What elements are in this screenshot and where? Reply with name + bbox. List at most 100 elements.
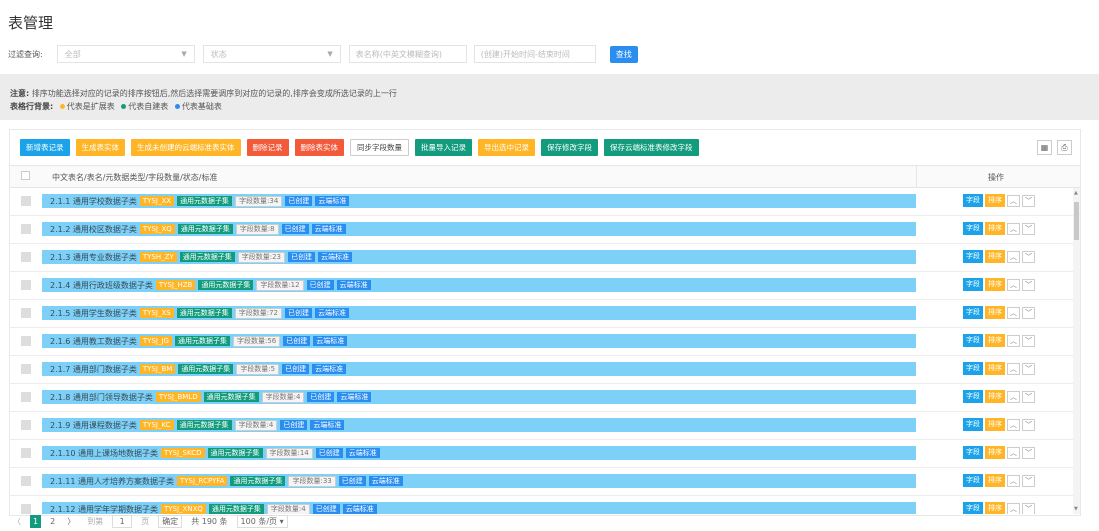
- toolbar-button-9[interactable]: 保存云端标准表修改字段: [604, 139, 699, 156]
- row-checkbox[interactable]: [21, 476, 31, 486]
- field-button[interactable]: 字段: [963, 390, 983, 403]
- move-down-icon[interactable]: ﹀: [1022, 418, 1035, 431]
- table-row[interactable]: 2.1.10 通用上课场地数据子类 TYSJ_SKCD 通用元数据子集 字段数量:14…: [10, 440, 1080, 468]
- table-row[interactable]: 2.1.1 通用学校数据子类 TYSJ_XX 通用元数据子集 字段数量:34 已创建 云端…: [10, 188, 1080, 216]
- select-all-checkbox[interactable]: [21, 171, 30, 180]
- row-checkbox[interactable]: [21, 364, 31, 374]
- field-button[interactable]: 字段: [963, 278, 983, 291]
- columns-icon[interactable]: ▦: [1037, 140, 1052, 155]
- move-up-icon[interactable]: ︿: [1007, 446, 1020, 459]
- move-up-icon[interactable]: ︿: [1007, 306, 1020, 319]
- move-down-icon[interactable]: ﹀: [1022, 222, 1035, 235]
- sort-button[interactable]: 排序: [985, 390, 1005, 403]
- table-row[interactable]: 2.1.12 通用学年学期数据子类 TYSJ_XNXQ 通用元数据子集 字段数量:4 已…: [10, 496, 1080, 514]
- move-down-icon[interactable]: ﹀: [1022, 362, 1035, 375]
- table-row[interactable]: 2.1.11 通用人才培养方案数据子类 TYSJ_RCPYFA 通用元数据子集 字段数…: [10, 468, 1080, 496]
- sort-button[interactable]: 排序: [985, 250, 1005, 263]
- sort-button[interactable]: 排序: [985, 418, 1005, 431]
- row-checkbox[interactable]: [21, 504, 31, 514]
- move-up-icon[interactable]: ︿: [1007, 278, 1020, 291]
- row-checkbox[interactable]: [21, 308, 31, 318]
- sort-button[interactable]: 排序: [985, 222, 1005, 235]
- field-button[interactable]: 字段: [963, 250, 983, 263]
- table-row[interactable]: 2.1.3 通用专业数据子类 TYSH_ZY 通用元数据子集 字段数量:23 已创建 云端…: [10, 244, 1080, 272]
- table-row[interactable]: 2.1.6 通用教工数据子类 TYSJ_JG 通用元数据子集 字段数量:56 已创建 云端…: [10, 328, 1080, 356]
- move-down-icon[interactable]: ﹀: [1022, 390, 1035, 403]
- move-down-icon[interactable]: ﹀: [1022, 474, 1035, 487]
- row-checkbox[interactable]: [21, 392, 31, 402]
- move-down-icon[interactable]: ﹀: [1022, 250, 1035, 263]
- prev-page-icon[interactable]: 〈: [10, 515, 24, 528]
- page-2[interactable]: 2: [47, 515, 58, 528]
- field-button[interactable]: 字段: [963, 194, 983, 207]
- page-size-select[interactable]: 100 条/页 ▾: [236, 515, 288, 528]
- sort-button[interactable]: 排序: [985, 194, 1005, 207]
- row-checkbox[interactable]: [21, 420, 31, 430]
- toolbar-button-5[interactable]: 同步字段数量: [350, 139, 409, 156]
- sort-button[interactable]: 排序: [985, 306, 1005, 319]
- vertical-scrollbar[interactable]: ▲ ▼: [1073, 188, 1080, 514]
- scroll-thumb[interactable]: [1074, 202, 1079, 240]
- toolbar-button-7[interactable]: 导出选中记录: [478, 139, 535, 156]
- move-up-icon[interactable]: ︿: [1007, 194, 1020, 207]
- move-up-icon[interactable]: ︿: [1007, 418, 1020, 431]
- field-button[interactable]: 字段: [963, 474, 983, 487]
- row-checkbox[interactable]: [21, 196, 31, 206]
- move-up-icon[interactable]: ︿: [1007, 334, 1020, 347]
- move-down-icon[interactable]: ﹀: [1022, 194, 1035, 207]
- goto-page-input[interactable]: 1: [112, 515, 133, 528]
- toolbar-button-4[interactable]: 删除表实体: [294, 139, 344, 156]
- sort-button[interactable]: 排序: [985, 334, 1005, 347]
- time-range-input[interactable]: (创建)开始时间-结束时间: [473, 45, 596, 63]
- goto-confirm-button[interactable]: 确定: [158, 515, 183, 528]
- row-checkbox[interactable]: [21, 336, 31, 346]
- field-button[interactable]: 字段: [963, 362, 983, 375]
- sort-button[interactable]: 排序: [985, 446, 1005, 459]
- search-button[interactable]: 查找: [609, 45, 638, 63]
- scroll-down-icon[interactable]: ▼: [1074, 506, 1078, 512]
- field-button[interactable]: 字段: [963, 306, 983, 319]
- category-select[interactable]: 全部 ▼: [56, 45, 195, 63]
- field-button[interactable]: 字段: [963, 418, 983, 431]
- field-button[interactable]: 字段: [963, 222, 983, 235]
- sort-button[interactable]: 排序: [985, 474, 1005, 487]
- next-page-icon[interactable]: 〉: [64, 515, 78, 528]
- toolbar-button-0[interactable]: 新增表记录: [20, 139, 70, 156]
- table-row[interactable]: 2.1.9 通用课程数据子类 TYSJ_KC 通用元数据子集 字段数量:4 已创建 云端标…: [10, 412, 1080, 440]
- table-row[interactable]: 2.1.4 通用行政班级数据子类 TYSJ_HZB 通用元数据子集 字段数量:12 已创…: [10, 272, 1080, 300]
- row-checkbox[interactable]: [21, 448, 31, 458]
- field-button[interactable]: 字段: [963, 446, 983, 459]
- move-up-icon[interactable]: ︿: [1007, 474, 1020, 487]
- move-down-icon[interactable]: ﹀: [1022, 446, 1035, 459]
- toolbar-button-3[interactable]: 删除记录: [246, 139, 289, 156]
- sort-button[interactable]: 排序: [985, 278, 1005, 291]
- sort-button[interactable]: 排序: [985, 502, 1005, 514]
- status-select[interactable]: 状态 ▼: [202, 45, 341, 63]
- move-up-icon[interactable]: ︿: [1007, 390, 1020, 403]
- table-row[interactable]: 2.1.2 通用校区数据子类 TYSJ_XQ 通用元数据子集 字段数量:8 已创建 云端标…: [10, 216, 1080, 244]
- field-button[interactable]: 字段: [963, 502, 983, 514]
- move-up-icon[interactable]: ︿: [1007, 222, 1020, 235]
- page-1[interactable]: 1: [30, 515, 42, 528]
- move-up-icon[interactable]: ︿: [1007, 250, 1020, 263]
- move-down-icon[interactable]: ﹀: [1022, 278, 1035, 291]
- move-up-icon[interactable]: ︿: [1007, 502, 1020, 514]
- table-name-input[interactable]: 表名称(中英文模糊查询): [348, 45, 467, 63]
- toolbar-button-6[interactable]: 批量导入记录: [415, 139, 472, 156]
- move-up-icon[interactable]: ︿: [1007, 362, 1020, 375]
- move-down-icon[interactable]: ﹀: [1022, 306, 1035, 319]
- row-checkbox[interactable]: [21, 224, 31, 234]
- toolbar-button-2[interactable]: 生成未创建的云端标准表实体: [131, 139, 241, 156]
- sort-button[interactable]: 排序: [985, 362, 1005, 375]
- toolbar-button-1[interactable]: 生成表实体: [75, 139, 125, 156]
- toolbar-button-8[interactable]: 保存修改字段: [541, 139, 598, 156]
- table-row[interactable]: 2.1.8 通用部门领导数据子类 TYSJ_BMLD 通用元数据子集 字段数量:4 已创…: [10, 384, 1080, 412]
- table-row[interactable]: 2.1.5 通用学生数据子类 TYSJ_XS 通用元数据子集 字段数量:72 已创建 云端…: [10, 300, 1080, 328]
- scroll-up-icon[interactable]: ▲: [1074, 190, 1078, 196]
- move-down-icon[interactable]: ﹀: [1022, 502, 1035, 514]
- row-checkbox[interactable]: [21, 252, 31, 262]
- field-button[interactable]: 字段: [963, 334, 983, 347]
- table-row[interactable]: 2.1.7 通用部门数据子类 TYSJ_BM 通用元数据子集 字段数量:5 已创建 云端标…: [10, 356, 1080, 384]
- row-checkbox[interactable]: [21, 280, 31, 290]
- move-down-icon[interactable]: ﹀: [1022, 334, 1035, 347]
